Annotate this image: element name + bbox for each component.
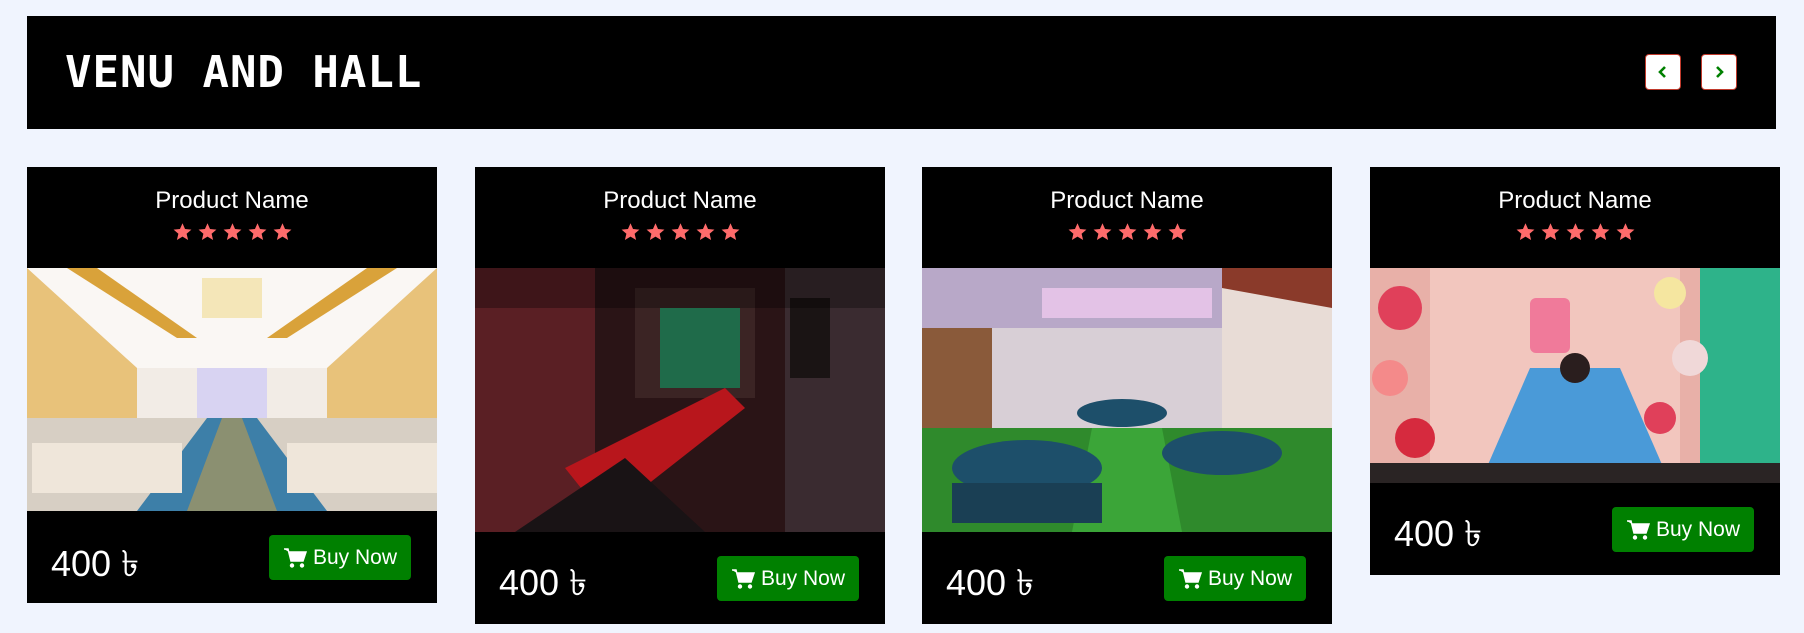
cart-icon bbox=[1178, 568, 1202, 589]
chevron-right-icon bbox=[1716, 66, 1724, 78]
product-name: Product Name bbox=[155, 187, 309, 214]
product-name: Product Name bbox=[603, 187, 757, 214]
star-icon bbox=[173, 223, 191, 240]
buy-now-button[interactable]: Buy Now bbox=[717, 556, 859, 601]
product-name: Product Name bbox=[1498, 187, 1652, 214]
star-icon bbox=[1143, 223, 1161, 240]
buy-now-label: Buy Now bbox=[1207, 566, 1293, 590]
star-icon bbox=[223, 223, 241, 240]
buy-now-label: Buy Now bbox=[1655, 517, 1741, 541]
star-icon bbox=[1068, 223, 1086, 240]
buy-now-label: Buy Now bbox=[760, 566, 846, 590]
star-icon bbox=[1093, 223, 1111, 240]
star-icon bbox=[1516, 223, 1534, 240]
rating-stars bbox=[1370, 221, 1780, 242]
product-card: Product Name 400 ৳ Buy Now bbox=[475, 167, 885, 624]
star-icon bbox=[1566, 223, 1584, 240]
star-icon bbox=[1616, 223, 1634, 240]
star-icon bbox=[1118, 223, 1136, 240]
product-price: 400 ৳ bbox=[51, 543, 139, 584]
product-image[interactable] bbox=[475, 268, 885, 532]
rating-stars bbox=[27, 221, 437, 242]
product-image[interactable] bbox=[922, 268, 1332, 532]
star-icon bbox=[1168, 223, 1186, 240]
rating-stars bbox=[922, 221, 1332, 242]
section-title: VENU AND HALL bbox=[65, 47, 423, 98]
product-price: 400 ৳ bbox=[946, 562, 1034, 603]
cart-icon bbox=[1626, 519, 1650, 540]
star-icon bbox=[1541, 223, 1559, 240]
product-card: Product Name 400 ৳ Buy Now bbox=[922, 167, 1332, 624]
star-icon bbox=[273, 223, 291, 240]
product-image[interactable] bbox=[27, 268, 437, 511]
carousel-next-button[interactable] bbox=[1701, 54, 1737, 90]
chevron-left-icon bbox=[1658, 66, 1666, 78]
product-card: Product Name 400 ৳ Buy Now bbox=[27, 167, 437, 603]
product-card: Product Name 400 ৳ Buy Now bbox=[1370, 167, 1780, 575]
product-price: 400 ৳ bbox=[499, 562, 587, 603]
star-icon bbox=[248, 223, 266, 240]
buy-now-label: Buy Now bbox=[312, 545, 398, 569]
product-price: 400 ৳ bbox=[1394, 513, 1482, 554]
star-icon bbox=[646, 223, 664, 240]
star-icon bbox=[696, 223, 714, 240]
section-header: VENU AND HALL bbox=[27, 16, 1776, 129]
star-icon bbox=[621, 223, 639, 240]
cart-icon bbox=[283, 547, 307, 568]
product-name: Product Name bbox=[1050, 187, 1204, 214]
star-icon bbox=[1591, 223, 1609, 240]
carousel-prev-button[interactable] bbox=[1645, 54, 1681, 90]
star-icon bbox=[721, 223, 739, 240]
star-icon bbox=[198, 223, 216, 240]
buy-now-button[interactable]: Buy Now bbox=[269, 535, 411, 580]
buy-now-button[interactable]: Buy Now bbox=[1612, 507, 1754, 552]
rating-stars bbox=[475, 221, 885, 242]
star-icon bbox=[671, 223, 689, 240]
buy-now-button[interactable]: Buy Now bbox=[1164, 556, 1306, 601]
product-image[interactable] bbox=[1370, 268, 1780, 483]
cart-icon bbox=[731, 568, 755, 589]
